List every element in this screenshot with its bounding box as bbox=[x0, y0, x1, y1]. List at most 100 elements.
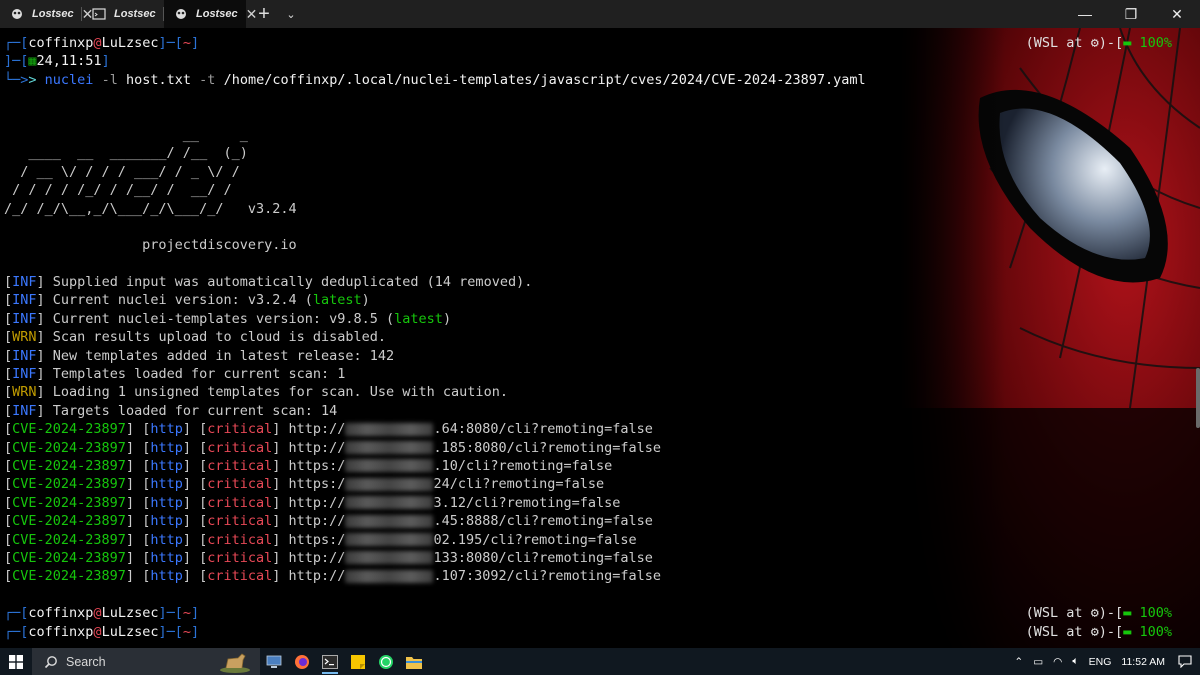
system-tray: ⌃ ▭ ◠ 🔈︎ ENG 11:52 AM bbox=[1009, 648, 1200, 675]
windows-logo-icon bbox=[9, 654, 23, 669]
prompt-line: ┌─[coffinxp@LuLzsec]─[~] (WSL at ⚙)-[▬ 10… bbox=[4, 623, 1172, 640]
volume-icon[interactable]: 🔈︎ bbox=[1067, 655, 1083, 668]
wifi-icon[interactable]: ◠ bbox=[1048, 656, 1067, 668]
ascii-banner-line: / __ \/ / / / ___/ / _ \/ / bbox=[4, 163, 240, 180]
battery-icon[interactable]: ▭ bbox=[1028, 656, 1048, 668]
log-line: [INF] Current nuclei version: v3.2.4 (la… bbox=[4, 292, 370, 309]
log-level: INF bbox=[12, 366, 37, 383]
notification-icon bbox=[1178, 655, 1192, 668]
start-button[interactable] bbox=[0, 648, 32, 675]
sticky-notes-app[interactable] bbox=[344, 648, 372, 675]
close-button[interactable]: ✕ bbox=[1154, 0, 1200, 28]
prompt-dir: ~ bbox=[182, 35, 191, 51]
log-text: Scan results upload to cloud is disabled… bbox=[52, 329, 387, 346]
url-suffix: .64:8080/cli?remoting=false bbox=[433, 421, 653, 438]
severity: critical bbox=[207, 457, 273, 474]
taskview-app[interactable] bbox=[260, 648, 288, 675]
log-text: Templates loaded for current scan: 1 bbox=[52, 366, 346, 383]
protocol: http bbox=[150, 513, 183, 530]
file-explorer-app[interactable] bbox=[400, 648, 428, 675]
tab-dropdown-button[interactable]: ⌄ bbox=[282, 0, 300, 28]
url-prefix: https:/ bbox=[288, 457, 346, 474]
log-highlight: latest bbox=[394, 310, 443, 327]
clock[interactable]: 11:52 AM bbox=[1116, 656, 1170, 668]
url-prefix: https:/ bbox=[288, 476, 346, 493]
severity: critical bbox=[207, 476, 273, 493]
redacted-host bbox=[345, 496, 434, 510]
ascii-banner-line: /_/ /_/\__,_/\___/_/\___/_/ v3.2.4 bbox=[4, 200, 297, 217]
time-line: ]─[▦24,11:51] bbox=[4, 53, 110, 70]
terminal-pane[interactable]: ┌─[coffinxp@LuLzsec]─[~] (WSL at ⚙)-[▬ 10… bbox=[0, 28, 1200, 648]
url-prefix: http:// bbox=[288, 439, 346, 456]
result-line: [CVE-2024-23897] [http] [critical] http:… bbox=[4, 439, 662, 456]
prompt-at: @ bbox=[93, 35, 102, 51]
result-line: [CVE-2024-23897] [http] [critical] http:… bbox=[4, 494, 621, 511]
taskbar: Search ⌃ ▭ ◠ 🔈︎ ENG 11:52 AM bbox=[0, 648, 1200, 675]
log-text: New templates added in latest release: 1… bbox=[52, 347, 395, 364]
severity: critical bbox=[207, 439, 273, 456]
protocol: http bbox=[150, 531, 183, 548]
log-line: [WRN] Scan results upload to cloud is di… bbox=[4, 329, 387, 346]
cve-id: CVE-2024-23897 bbox=[12, 513, 126, 530]
firefox-app[interactable] bbox=[288, 648, 316, 675]
battery-icon: ▬ bbox=[1123, 605, 1132, 622]
tab-lostsec-3[interactable]: Lostsec ✕ bbox=[164, 0, 257, 28]
title-bar: Lostsec ✕ Lostsec ✕ Lostsec ✕ + ⌄ — ❐ ✕ bbox=[0, 0, 1200, 28]
cve-id: CVE-2024-23897 bbox=[12, 421, 126, 438]
notification-button[interactable] bbox=[1170, 655, 1200, 668]
url-prefix: http:// bbox=[288, 549, 346, 566]
url-suffix: 24/cli?remoting=false bbox=[433, 476, 605, 493]
scrollbar-thumb[interactable] bbox=[1196, 368, 1200, 428]
result-line: [CVE-2024-23897] [http] [critical] http:… bbox=[4, 513, 653, 530]
url-suffix: .10/cli?remoting=false bbox=[433, 457, 613, 474]
command-name: nuclei bbox=[44, 71, 94, 88]
monitor-icon bbox=[266, 655, 282, 668]
redacted-host bbox=[345, 551, 434, 565]
maximize-button[interactable]: ❐ bbox=[1108, 0, 1154, 28]
folder-icon bbox=[406, 656, 422, 669]
redacted-host bbox=[345, 533, 434, 547]
cve-id: CVE-2024-23897 bbox=[12, 549, 126, 566]
log-line: [INF] Templates loaded for current scan:… bbox=[4, 366, 346, 383]
ascii-banner-line: __ _ bbox=[4, 126, 248, 143]
protocol: http bbox=[150, 494, 183, 511]
url-prefix: http:// bbox=[288, 513, 346, 530]
terminal-app[interactable] bbox=[316, 648, 344, 675]
url-prefix: http:// bbox=[288, 568, 346, 585]
log-text: Current nuclei version: v3.2.4 ( bbox=[52, 292, 313, 309]
redacted-host bbox=[345, 569, 434, 583]
language-indicator[interactable]: ENG bbox=[1084, 656, 1117, 668]
taskbar-search[interactable]: Search bbox=[32, 648, 260, 675]
log-level: INF bbox=[12, 310, 37, 327]
ascii-banner-line: / / / / /_/ / /__/ / __/ / bbox=[4, 182, 232, 199]
tab-lostsec-1[interactable]: Lostsec ✕ bbox=[0, 0, 93, 28]
search-icon bbox=[44, 655, 57, 668]
projectdiscovery-line: projectdiscovery.io bbox=[4, 236, 1194, 254]
wsl-status: (WSL at ⚙)-[▬ 100% bbox=[1025, 35, 1172, 51]
command-flag: -l bbox=[101, 71, 118, 88]
spider-logo-icon bbox=[12, 9, 22, 19]
cve-id: CVE-2024-23897 bbox=[12, 476, 126, 493]
firefox-icon bbox=[295, 654, 309, 669]
wsl-status: (WSL at ⚙)-[▬ 100% bbox=[1025, 605, 1172, 622]
terminal-icon bbox=[92, 8, 106, 20]
tab-close-icon[interactable]: ✕ bbox=[246, 6, 258, 23]
prompt-user: coffinxp bbox=[28, 35, 94, 51]
protocol: http bbox=[150, 457, 183, 474]
log-tail: ) bbox=[442, 310, 452, 327]
minimize-button[interactable]: — bbox=[1062, 0, 1108, 28]
log-level: INF bbox=[12, 292, 37, 309]
search-highlight-dog-icon bbox=[220, 653, 250, 673]
log-level: INF bbox=[12, 402, 37, 419]
log-line: [WRN] Loading 1 unsigned templates for s… bbox=[4, 384, 508, 401]
prompt-line: ┌─[coffinxp@LuLzsec]─[~] (WSL at ⚙)-[▬ 10… bbox=[4, 35, 1172, 51]
log-line: [INF] Current nuclei-templates version: … bbox=[4, 310, 452, 327]
redacted-host bbox=[345, 422, 434, 436]
protocol: http bbox=[150, 476, 183, 493]
tab-label: Lostsec bbox=[196, 8, 238, 20]
log-line: [INF] Supplied input was automatically d… bbox=[4, 274, 533, 291]
log-level: INF bbox=[12, 274, 37, 291]
tab-lostsec-2[interactable]: Lostsec ✕ bbox=[82, 0, 175, 28]
whatsapp-app[interactable] bbox=[372, 648, 400, 675]
chevron-up-icon[interactable]: ⌃ bbox=[1009, 656, 1028, 668]
